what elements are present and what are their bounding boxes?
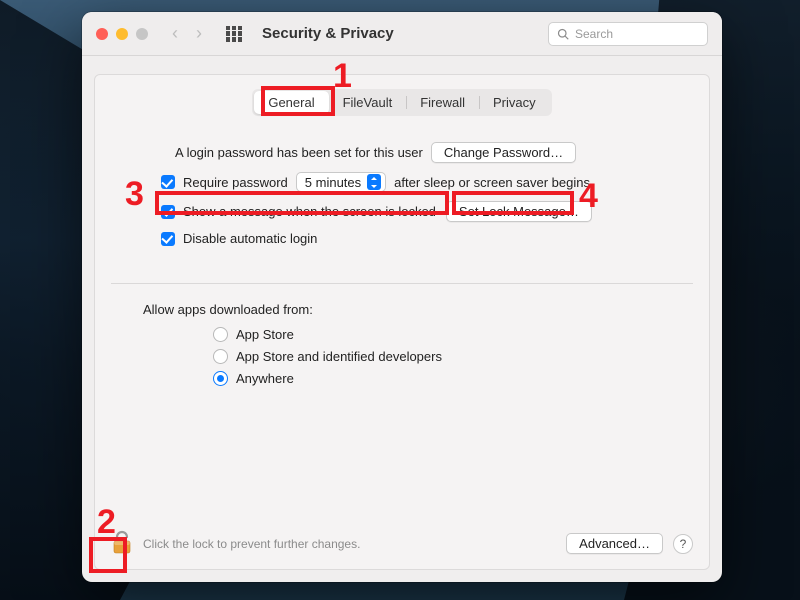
disable-auto-login-row: Disable automatic login	[143, 231, 661, 246]
require-password-suffix: after sleep or screen saver begins	[394, 175, 590, 190]
change-password-button[interactable]: Change Password…	[431, 142, 576, 163]
tab-privacy[interactable]: Privacy	[479, 91, 550, 114]
tab-filevault[interactable]: FileVault	[329, 91, 407, 114]
show-all-prefs-button[interactable]	[226, 26, 242, 42]
tab-general[interactable]: General	[254, 91, 328, 114]
window-titlebar: ‹ › Security & Privacy	[82, 12, 722, 56]
require-password-checkbox[interactable]	[161, 175, 175, 189]
minimize-window-button[interactable]	[116, 28, 128, 40]
search-field[interactable]	[548, 22, 708, 46]
radio-identified-developers-label: App Store and identified developers	[236, 349, 442, 364]
require-password-delay-value: 5 minutes	[305, 175, 361, 190]
set-lock-message-button[interactable]: Set Lock Message…	[446, 201, 592, 222]
panel-footer: Click the lock to prevent further change…	[111, 522, 693, 557]
select-stepper-icon	[367, 174, 381, 190]
advanced-button[interactable]: Advanced…	[566, 533, 663, 554]
tab-bar: General FileVault Firewall Privacy	[252, 89, 551, 116]
require-password-prefix: Require password	[183, 175, 288, 190]
lock-message-checkbox[interactable]	[161, 205, 175, 219]
window-title: Security & Privacy	[262, 25, 394, 42]
forward-button[interactable]: ›	[196, 23, 202, 44]
radio-row-app-store: App Store	[213, 327, 661, 342]
radio-anywhere-label: Anywhere	[236, 371, 294, 386]
tab-firewall[interactable]: Firewall	[406, 91, 479, 114]
zoom-window-button[interactable]	[136, 28, 148, 40]
help-button[interactable]: ?	[673, 534, 693, 554]
require-password-delay-select[interactable]: 5 minutes	[296, 172, 386, 192]
radio-row-anywhere: Anywhere	[213, 371, 661, 386]
apps-section: Allow apps downloaded from: App Store Ap…	[111, 302, 693, 393]
apps-section-heading: Allow apps downloaded from:	[143, 302, 661, 317]
close-window-button[interactable]	[96, 28, 108, 40]
radio-identified-developers[interactable]	[213, 349, 228, 364]
apps-radio-group: App Store App Store and identified devel…	[143, 327, 661, 386]
window-content: General FileVault Firewall Privacy A log…	[82, 56, 722, 582]
password-set-text: A login password has been set for this u…	[175, 145, 423, 160]
settings-panel: General FileVault Firewall Privacy A log…	[94, 74, 710, 570]
radio-row-identified: App Store and identified developers	[213, 349, 661, 364]
disable-auto-login-checkbox[interactable]	[161, 232, 175, 246]
lock-hint-text: Click the lock to prevent further change…	[143, 537, 360, 551]
section-divider	[111, 283, 693, 284]
radio-anywhere[interactable]	[213, 371, 228, 386]
radio-app-store[interactable]	[213, 327, 228, 342]
disable-auto-login-label: Disable automatic login	[183, 231, 317, 246]
back-button[interactable]: ‹	[172, 23, 178, 44]
radio-app-store-label: App Store	[236, 327, 294, 342]
search-icon	[557, 28, 569, 40]
nav-arrows: ‹ ›	[172, 23, 202, 44]
lock-icon[interactable]	[111, 530, 133, 557]
traffic-lights	[96, 28, 148, 40]
search-input[interactable]	[575, 27, 699, 41]
require-password-row: Require password 5 minutes after sleep o…	[143, 172, 661, 192]
lock-message-row: Show a message when the screen is locked…	[143, 201, 661, 222]
lock-message-label: Show a message when the screen is locked	[183, 204, 436, 219]
preferences-window: ‹ › Security & Privacy General FileVault…	[82, 12, 722, 582]
login-section: A login password has been set for this u…	[111, 142, 693, 255]
password-set-row: A login password has been set for this u…	[175, 142, 661, 163]
